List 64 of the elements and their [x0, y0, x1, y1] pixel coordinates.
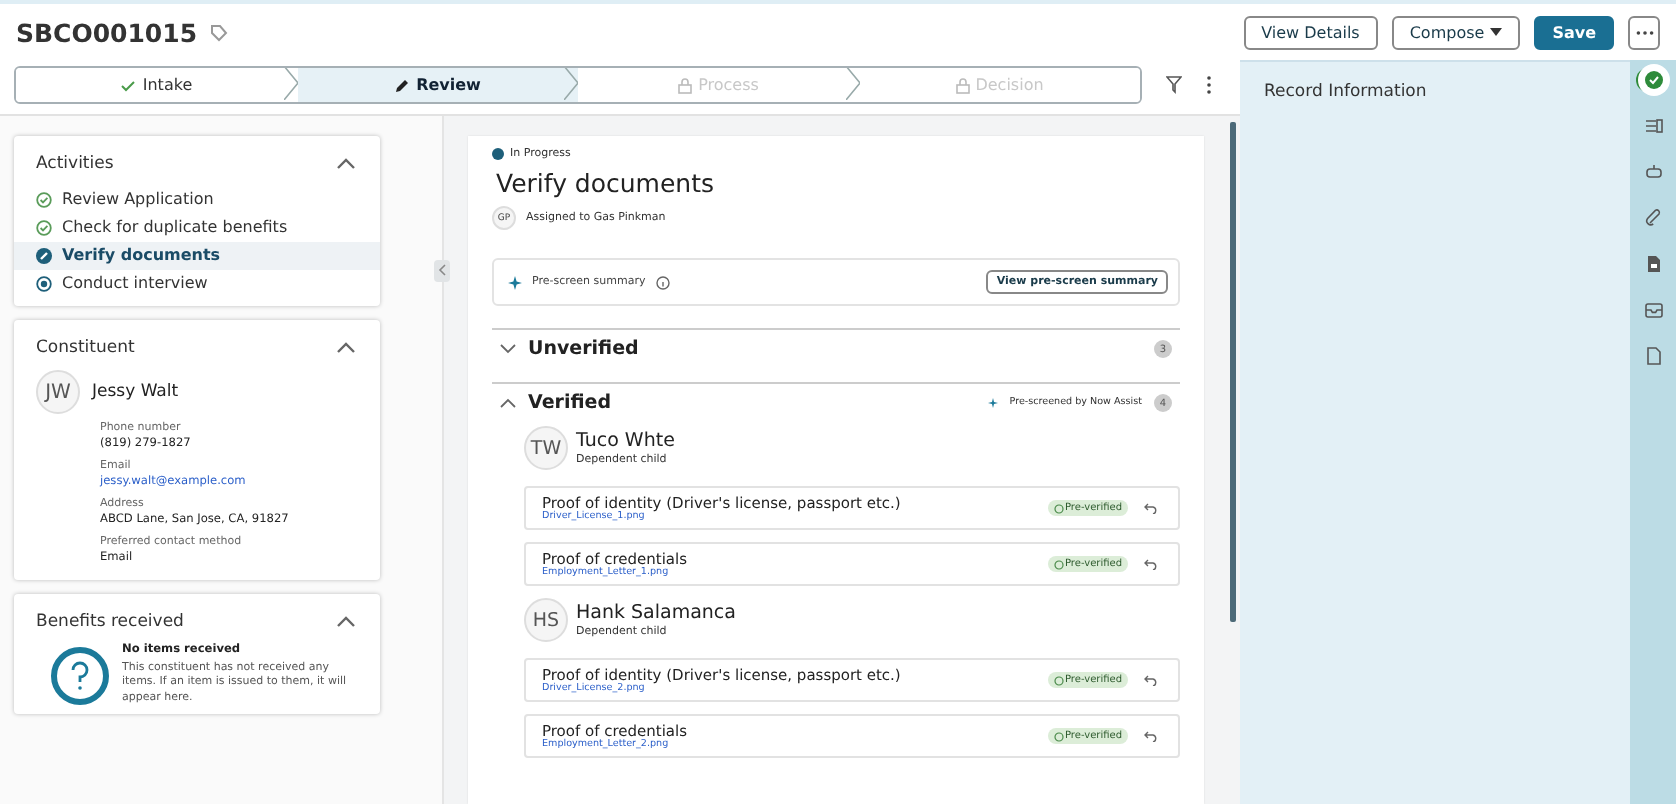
undo-button[interactable] [1144, 730, 1158, 742]
stage-tab[interactable]: Review [297, 68, 578, 102]
sparkle-icon [987, 398, 998, 408]
card-title: Constituent [36, 338, 135, 358]
status-dot-icon [492, 148, 504, 160]
more-button[interactable] [1628, 15, 1660, 49]
sparkle-icon [508, 275, 522, 289]
chevron-up-icon [500, 398, 516, 408]
check-icon [120, 79, 137, 91]
avatar: JW [36, 370, 80, 414]
caret-icon [1490, 28, 1503, 36]
undo-icon [1144, 502, 1158, 514]
card-title: Activities [36, 154, 114, 174]
filter-icon [1166, 76, 1182, 94]
collapse-handle[interactable] [434, 259, 450, 281]
list-icon [1643, 116, 1663, 136]
undo-icon [1144, 558, 1158, 570]
check-icon [1643, 70, 1663, 90]
pencil-circle-icon [36, 247, 52, 263]
robot-icon [1643, 162, 1663, 182]
inbox-icon [1643, 300, 1663, 320]
pencil-icon [394, 77, 411, 93]
tag-icon [209, 23, 228, 41]
record-title: SBCO001015 [16, 17, 198, 47]
stage-arrow-icon [564, 68, 580, 100]
undo-button[interactable] [1144, 674, 1158, 686]
paperclip-icon [1643, 208, 1663, 228]
activity-item[interactable]: Conduct interview [14, 270, 380, 298]
undo-icon [1144, 674, 1158, 686]
compose-button[interactable]: Compose [1391, 15, 1521, 49]
rail-button[interactable] [1637, 64, 1669, 96]
more-vertical-icon [1206, 76, 1212, 94]
lock-icon [955, 77, 970, 93]
save-button[interactable]: Save [1534, 15, 1614, 49]
more-icon [1635, 29, 1653, 35]
view-details-button[interactable]: View Details [1243, 15, 1378, 49]
undo-button[interactable] [1144, 502, 1158, 514]
chevron-left-icon [438, 264, 446, 276]
panel-title: Record Information [1264, 82, 1429, 102]
chevron-up-icon [336, 616, 356, 628]
activity-item[interactable]: Verify documents [14, 242, 380, 270]
stage-tab[interactable]: Intake [16, 68, 297, 102]
avatar: TW [524, 426, 568, 470]
avatar: HS [524, 598, 568, 642]
undo-icon [1144, 730, 1158, 742]
person-name: Tuco Whte [576, 430, 675, 452]
chevron-up-icon [336, 342, 356, 354]
question-icon [50, 645, 110, 706]
file-icon [1643, 346, 1663, 366]
task-title: Verify documents [496, 168, 717, 198]
undo-button[interactable] [1144, 558, 1158, 570]
document-icon [1643, 254, 1663, 274]
scrollbar-thumb[interactable] [1229, 122, 1235, 622]
radio-circle-icon [36, 275, 52, 291]
card-title: Benefits received [36, 612, 184, 632]
stage-arrow-icon [283, 68, 299, 100]
stage-arrow-icon [845, 68, 861, 100]
info-icon [655, 275, 670, 289]
person-name: Jessy Walt [92, 382, 179, 402]
chevron-down-icon [500, 344, 516, 354]
lock-icon [678, 77, 693, 93]
activity-item[interactable]: Check for duplicate benefits [14, 214, 380, 242]
person-name: Hank Salamanca [576, 602, 736, 624]
activity-item[interactable]: Review Application [14, 186, 380, 214]
